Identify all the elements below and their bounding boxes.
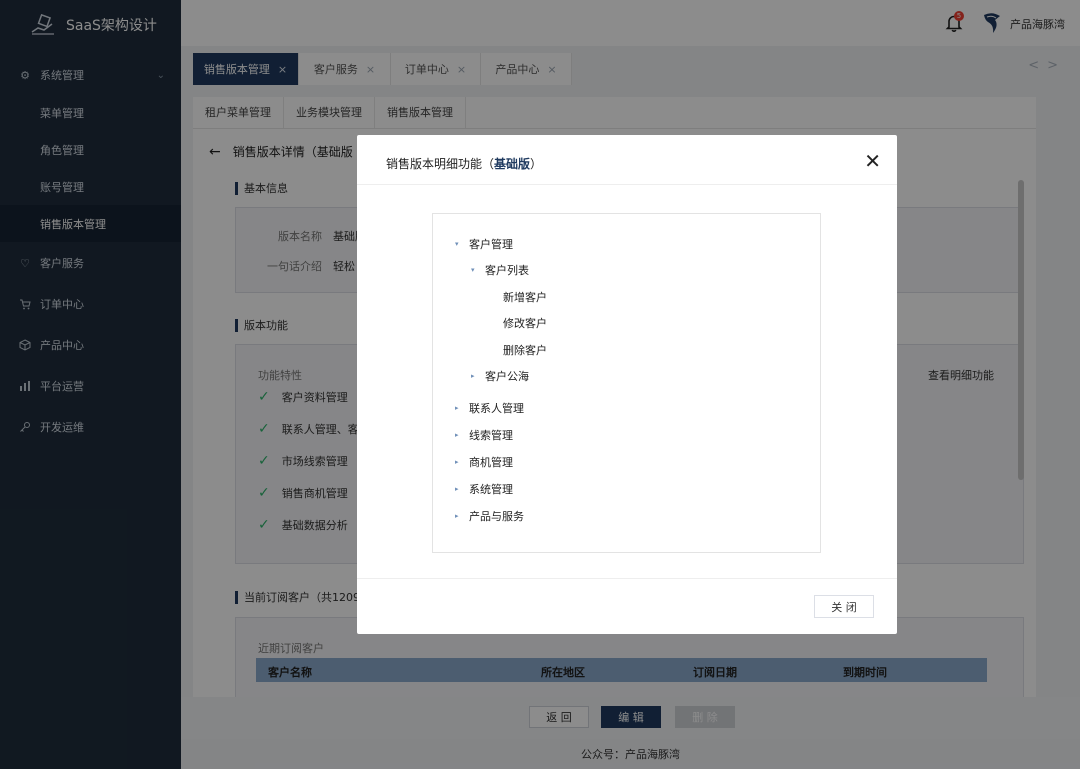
- modal-title: 销售版本明细功能（基础版）: [386, 157, 543, 171]
- tree-node[interactable]: ▸ 系统管理: [455, 481, 513, 497]
- tree-node[interactable]: ▾ 客户列表: [471, 262, 529, 278]
- feature-detail-modal: 销售版本明细功能（基础版） ✕ ▾ 客户管理 ▾ 客户列表 新增客户 修改客户 删除…: [357, 135, 897, 634]
- tree-node[interactable]: ▸ 联系人管理: [455, 400, 524, 416]
- tree-node[interactable]: ▾ 客户管理: [455, 236, 513, 252]
- close-button[interactable]: 关 闭: [814, 595, 874, 618]
- feature-tree: ▾ 客户管理 ▾ 客户列表 新增客户 修改客户 删除客户 ▸ 客户公海 ▸ 联系人管理 …: [432, 213, 821, 553]
- modal-divider: [357, 184, 897, 185]
- caret-right-icon[interactable]: ▸: [455, 431, 469, 439]
- caret-down-icon[interactable]: ▾: [455, 240, 469, 248]
- modal-title-highlight: 基础版: [494, 157, 531, 171]
- tree-node[interactable]: 修改客户: [489, 315, 547, 331]
- modal-divider: [357, 578, 897, 579]
- tree-node[interactable]: ▸ 产品与服务: [455, 508, 524, 524]
- tree-node[interactable]: 新增客户: [489, 289, 547, 305]
- tree-node[interactable]: ▸ 商机管理: [455, 454, 513, 470]
- close-icon[interactable]: ✕: [864, 151, 881, 171]
- caret-right-icon[interactable]: ▸: [455, 512, 469, 520]
- caret-right-icon[interactable]: ▸: [455, 485, 469, 493]
- tree-node[interactable]: 删除客户: [489, 342, 547, 358]
- caret-right-icon[interactable]: ▸: [471, 372, 485, 380]
- tree-node[interactable]: ▸ 线索管理: [455, 427, 513, 443]
- caret-down-icon[interactable]: ▾: [471, 266, 485, 274]
- caret-right-icon[interactable]: ▸: [455, 458, 469, 466]
- caret-right-icon[interactable]: ▸: [455, 404, 469, 412]
- tree-node[interactable]: ▸ 客户公海: [471, 368, 529, 384]
